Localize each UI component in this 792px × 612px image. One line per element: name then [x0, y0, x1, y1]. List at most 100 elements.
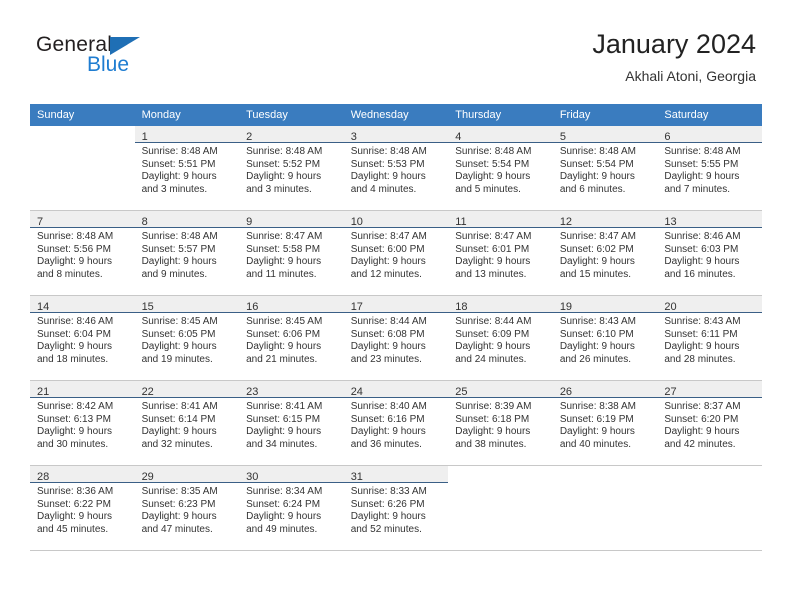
day-cell: 31 Sunrise: 8:33 AM Sunset: 6:26 PM Dayligh…: [343, 466, 449, 550]
sunset-text: Sunset: 6:13 PM: [37, 413, 111, 425]
daylight-text-2: and 3 minutes.: [141, 183, 208, 195]
calendar-page: General Blue January 2024 Akhali Atoni, …: [0, 0, 792, 612]
general-blue-logo[interactable]: General Blue: [36, 33, 236, 85]
day-details: Sunrise: 8:47 AM Sunset: 6:00 PM Daylight:…: [344, 228, 449, 281]
calendar-cell-day-3[interactable]: 3 Sunrise: 8:48 AM Sunset: 5:53 PM Daylight…: [343, 126, 449, 211]
calendar-cell-day-31[interactable]: 31 Sunrise: 8:33 AM Sunset: 6:26 PM Dayligh…: [343, 465, 449, 551]
calendar-cell-day-25[interactable]: 25 Sunrise: 8:39 AM Sunset: 6:18 PM Dayligh…: [448, 380, 553, 466]
day-cell: 1 Sunrise: 8:48 AM Sunset: 5:51 PM Daylight…: [134, 126, 240, 210]
calendar-cell-day-23[interactable]: 23 Sunrise: 8:41 AM Sunset: 6:15 PM Dayligh…: [239, 380, 344, 466]
day-number: 28: [37, 471, 50, 483]
day-number: 18: [455, 301, 468, 313]
day-details: Sunrise: 8:38 AM Sunset: 6:19 PM Daylight:…: [553, 398, 658, 451]
calendar-cell-day-5[interactable]: 5 Sunrise: 8:48 AM Sunset: 5:54 PM Daylight…: [552, 126, 658, 211]
sunset-text: Sunset: 6:14 PM: [141, 413, 216, 425]
calendar-cell-day-28[interactable]: 28 Sunrise: 8:36 AM Sunset: 6:22 PM Dayligh…: [30, 465, 135, 551]
day-number: 1: [141, 131, 148, 143]
day-number-band: 14: [30, 296, 135, 313]
daylight-text-1: Daylight: 9 hours: [455, 341, 531, 353]
day-details: Sunrise: 8:48 AM Sunset: 5:53 PM Daylight:…: [344, 143, 449, 196]
day-number-band: 5: [552, 126, 658, 143]
calendar-cell-day-10[interactable]: 10 Sunrise: 8:47 AM Sunset: 6:00 PM Dayligh…: [343, 210, 449, 296]
calendar-cell-day-7[interactable]: 7 Sunrise: 8:48 AM Sunset: 5:56 PM Daylight…: [30, 210, 135, 296]
calendar-cell-day-1[interactable]: 1 Sunrise: 8:48 AM Sunset: 5:51 PM Daylight…: [134, 126, 240, 211]
day-details: Sunrise: 8:47 AM Sunset: 6:02 PM Daylight:…: [553, 228, 658, 281]
calendar-cell-day-9[interactable]: 9 Sunrise: 8:47 AM Sunset: 5:58 PM Daylight…: [239, 210, 344, 296]
day-details: Sunrise: 8:41 AM Sunset: 6:14 PM Daylight:…: [135, 398, 240, 451]
daylight-text-1: Daylight: 9 hours: [455, 256, 531, 268]
day-details: Sunrise: 8:47 AM Sunset: 6:01 PM Daylight:…: [448, 228, 553, 281]
calendar-cell-day-14[interactable]: 14 Sunrise: 8:46 AM Sunset: 6:04 PM Dayligh…: [30, 295, 135, 381]
sunrise-text: Sunrise: 8:45 AM: [246, 316, 323, 327]
day-number-band: 8: [134, 211, 240, 228]
sunrise-text: Sunrise: 8:47 AM: [350, 231, 427, 242]
day-details: Sunrise: 8:48 AM Sunset: 5:55 PM Daylight:…: [657, 143, 762, 196]
day-cell: 29 Sunrise: 8:35 AM Sunset: 6:23 PM Dayligh…: [134, 466, 240, 550]
sunrise-text: Sunrise: 8:43 AM: [664, 316, 741, 327]
title-block: January 2024 Akhali Atoni, Georgia: [592, 28, 756, 86]
day-details: Sunrise: 8:48 AM Sunset: 5:51 PM Daylight:…: [135, 143, 240, 196]
calendar-cell-day-21[interactable]: 21 Sunrise: 8:42 AM Sunset: 6:13 PM Dayligh…: [30, 380, 135, 466]
calendar-cell-day-19[interactable]: 19 Sunrise: 8:43 AM Sunset: 6:10 PM Dayligh…: [552, 295, 658, 381]
sunrise-text: Sunrise: 8:41 AM: [246, 401, 323, 412]
day-number: 5: [559, 131, 566, 143]
daylight-text-1: Daylight: 9 hours: [141, 171, 217, 183]
sunset-text: Sunset: 6:10 PM: [559, 328, 634, 340]
sunrise-text: Sunrise: 8:46 AM: [37, 316, 114, 327]
day-number: 12: [559, 216, 573, 228]
calendar-cell-day-17[interactable]: 17 Sunrise: 8:44 AM Sunset: 6:08 PM Dayligh…: [343, 295, 449, 381]
sunset-text: Sunset: 5:56 PM: [37, 243, 111, 255]
calendar-cell-day-6[interactable]: 6 Sunrise: 8:48 AM Sunset: 5:55 PM Daylight…: [657, 126, 762, 211]
sunset-text: Sunset: 6:24 PM: [246, 498, 321, 510]
sunrise-text: Sunrise: 8:47 AM: [246, 231, 323, 242]
day-number: 27: [664, 386, 677, 398]
sunset-text: Sunset: 6:20 PM: [664, 413, 739, 425]
sunset-text: Sunset: 6:26 PM: [350, 498, 425, 510]
daylight-text-1: Daylight: 9 hours: [664, 341, 740, 353]
day-number-band: 2: [239, 126, 344, 143]
calendar-cell-day-30[interactable]: 30 Sunrise: 8:34 AM Sunset: 6:24 PM Dayligh…: [239, 465, 344, 551]
sunrise-text: Sunrise: 8:47 AM: [559, 231, 636, 242]
calendar-cell-day-15[interactable]: 15 Sunrise: 8:45 AM Sunset: 6:05 PM Dayligh…: [134, 295, 240, 381]
day-details: Sunrise: 8:48 AM Sunset: 5:54 PM Daylight:…: [553, 143, 658, 196]
calendar-cell-day-12[interactable]: 12 Sunrise: 8:47 AM Sunset: 6:02 PM Dayligh…: [552, 210, 658, 296]
calendar-cell-day-22[interactable]: 22 Sunrise: 8:41 AM Sunset: 6:14 PM Dayligh…: [134, 380, 240, 466]
day-cell: 4 Sunrise: 8:48 AM Sunset: 5:54 PM Daylight…: [448, 126, 553, 210]
calendar-cell-day-18[interactable]: 18 Sunrise: 8:44 AM Sunset: 6:09 PM Dayligh…: [448, 295, 553, 381]
day-number-band: 30: [239, 466, 344, 483]
sunset-text: Sunset: 6:22 PM: [37, 498, 111, 510]
day-details: Sunrise: 8:36 AM Sunset: 6:22 PM Daylight:…: [30, 483, 135, 536]
daylight-text-2: and 49 minutes.: [246, 523, 318, 535]
calendar-cell-day-11[interactable]: 11 Sunrise: 8:47 AM Sunset: 6:01 PM Dayligh…: [448, 210, 553, 296]
calendar-cell-day-27[interactable]: 27 Sunrise: 8:37 AM Sunset: 6:20 PM Dayligh…: [657, 380, 762, 466]
calendar-cell-day-13[interactable]: 13 Sunrise: 8:46 AM Sunset: 6:03 PM Dayligh…: [657, 210, 762, 296]
daylight-text-2: and 9 minutes.: [141, 268, 208, 280]
calendar-cell-day-20[interactable]: 20 Sunrise: 8:43 AM Sunset: 6:11 PM Dayligh…: [657, 295, 762, 381]
calendar-cell-day-26[interactable]: 26 Sunrise: 8:38 AM Sunset: 6:19 PM Dayligh…: [552, 380, 658, 466]
day-number-band: 15: [134, 296, 240, 313]
daylight-text-2: and 47 minutes.: [141, 523, 213, 535]
day-number-band: 4: [448, 126, 553, 143]
calendar-cell-day-2[interactable]: 2 Sunrise: 8:48 AM Sunset: 5:52 PM Daylight…: [239, 126, 344, 211]
day-number-band: 25: [448, 381, 553, 398]
calendar-cell-day-8[interactable]: 8 Sunrise: 8:48 AM Sunset: 5:57 PM Daylight…: [134, 210, 240, 296]
day-number-band: 7: [30, 211, 135, 228]
calendar-cell-day-29[interactable]: 29 Sunrise: 8:35 AM Sunset: 6:23 PM Dayligh…: [134, 465, 240, 551]
calendar-cell-day-16[interactable]: 16 Sunrise: 8:45 AM Sunset: 6:06 PM Dayligh…: [239, 295, 344, 381]
calendar-cell-day-4[interactable]: 4 Sunrise: 8:48 AM Sunset: 5:54 PM Daylight…: [448, 126, 553, 211]
day-details: Sunrise: 8:42 AM Sunset: 6:13 PM Daylight:…: [30, 398, 135, 451]
daylight-text-2: and 5 minutes.: [455, 183, 521, 195]
sunrise-text: Sunrise: 8:48 AM: [246, 146, 323, 157]
sunrise-text: Sunrise: 8:33 AM: [350, 486, 427, 497]
sunset-text: Sunset: 6:16 PM: [350, 413, 425, 425]
day-cell: 2 Sunrise: 8:48 AM Sunset: 5:52 PM Daylight…: [239, 126, 344, 210]
day-number: 29: [141, 471, 154, 483]
day-number-band: 12: [552, 211, 658, 228]
sunset-text: Sunset: 6:11 PM: [664, 328, 738, 340]
day-cell: 7 Sunrise: 8:48 AM Sunset: 5:56 PM Daylight…: [30, 211, 135, 295]
day-number: 23: [246, 386, 259, 398]
calendar-cell-day-24[interactable]: 24 Sunrise: 8:40 AM Sunset: 6:16 PM Dayligh…: [343, 380, 449, 466]
daylight-text-1: Daylight: 9 hours: [37, 256, 113, 268]
daylight-text-2: and 32 minutes.: [141, 438, 213, 450]
calendar-cell-empty: [448, 465, 553, 551]
